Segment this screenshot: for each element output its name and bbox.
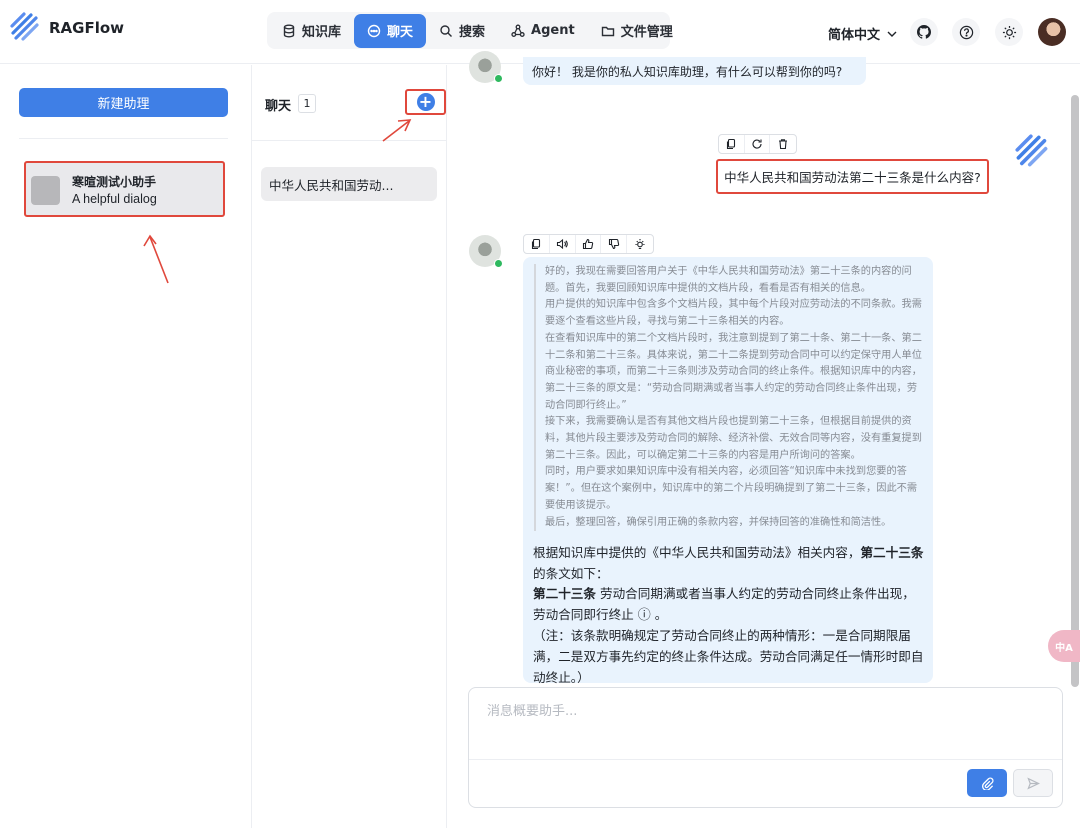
attach-button[interactable] (967, 769, 1007, 797)
lightbulb-icon (635, 239, 645, 250)
app-name: RAGFlow (49, 19, 125, 37)
answer-intro-tail: 的条文如下： (533, 565, 609, 581)
search-icon (440, 24, 453, 37)
regenerate-button[interactable] (745, 135, 771, 153)
conversation-count: 1 (298, 94, 316, 113)
speaker-icon (557, 238, 568, 250)
message-input[interactable] (487, 704, 1047, 719)
assistant-answer: 好的，我现在需要回答用户关于《中华人民共和国劳动法》第二十三条的内容的问题。首先… (523, 257, 933, 685)
thumbs-down-icon (608, 238, 619, 250)
user-message-avatar-icon (1015, 134, 1048, 167)
dislike-button[interactable] (601, 235, 628, 253)
ragflow-logo-icon[interactable] (10, 12, 40, 42)
delete-button[interactable] (770, 135, 796, 153)
plus-circle-icon: + (416, 93, 435, 111)
conversation-item[interactable]: 中华人民共和国劳动... (261, 167, 437, 201)
nav-label: 知识库 (302, 25, 342, 40)
assistant-description: A helpful dialog (72, 192, 157, 206)
nav-label: 搜索 (459, 25, 486, 40)
answer-article: 第二十三条 劳动合同期满或者当事人约定的劳动合同终止条件出现，劳动合同即行终止 … (533, 584, 925, 626)
nav-chat[interactable]: 聊天 (354, 13, 427, 48)
chevron-down-icon (887, 31, 897, 37)
reference-info-icon[interactable]: ⓘ (638, 608, 651, 623)
copy-button[interactable] (719, 135, 745, 153)
thinking-paragraph: 好的，我现在需要回答用户关于《中华人民共和国劳动法》第二十三条的内容的问题。首先… (545, 266, 912, 294)
language-label: 简体中文 (828, 28, 881, 43)
divider (469, 759, 1062, 760)
prompt-button[interactable] (627, 235, 653, 253)
help-button[interactable] (952, 18, 980, 46)
user-message-toolbar (718, 134, 797, 154)
answer-intro-text: 根据知识库中提供的《中华人民共和国劳动法》相关内容， (533, 545, 861, 560)
nav-label: 文件管理 (620, 25, 673, 40)
thinking-paragraph: 用户提供的知识库中包含多个文档片段，其中每个片段对应劳动法的不同条款。我需要逐个… (545, 299, 922, 328)
thumbs-up-icon (582, 238, 594, 250)
theme-toggle[interactable] (995, 18, 1023, 46)
assistant-card[interactable]: 寒暄测试小助手 A helpful dialog (24, 161, 225, 217)
conversation-panel: 聊天 1 中华人民共和国劳动... (252, 65, 447, 828)
new-assistant-button[interactable]: 新建助理 (19, 88, 228, 117)
article-label: 第二十三条 (533, 586, 596, 602)
folder-icon (601, 26, 614, 36)
online-status-dot (494, 74, 503, 83)
assistant-thumbnail (31, 176, 60, 205)
nav-file-management[interactable]: 文件管理 (588, 14, 686, 48)
message-input-box (468, 687, 1063, 808)
final-answer: 根据知识库中提供的《中华人民共和国劳动法》相关内容，第二十三条的条文如下： 第二… (533, 543, 925, 688)
chat-icon (367, 24, 381, 37)
thinking-paragraph: 最后，整理回答，确保引用正确的条款内容，并保持回答的准确性和简洁性。 (545, 516, 892, 528)
user-avatar[interactable] (1038, 18, 1066, 46)
nav-agent[interactable]: Agent (498, 14, 588, 48)
article-end: 。 (650, 606, 668, 622)
trash-icon (779, 139, 788, 150)
thinking-paragraph: 同时，用户要求如果知识库中没有相关内容，必须回答“知识库中未找到您要的答案！”。… (545, 466, 918, 511)
copy-icon (727, 138, 736, 150)
answer-toolbar (523, 234, 654, 254)
refresh-icon (752, 139, 762, 149)
nav-knowledge-base[interactable]: 知识库 (269, 14, 354, 48)
sun-icon (1002, 25, 1016, 39)
answer-note: （注：该条款明确规定了劳动合同终止的两种情形：一是合同期限届满，二是双方事先约定… (533, 628, 924, 685)
translate-floating-button[interactable]: 中A (1048, 630, 1080, 662)
help-icon (959, 25, 973, 39)
answer-intro: 根据知识库中提供的《中华人民共和国劳动法》相关内容，第二十三条的条文如下： (533, 543, 925, 584)
thinking-process: 好的，我现在需要回答用户关于《中华人民共和国劳动法》第二十三条的内容的问题。首先… (534, 264, 926, 532)
conversation-title: 聊天 (265, 99, 292, 114)
online-status-dot (494, 259, 503, 268)
like-button[interactable] (576, 235, 602, 253)
main-nav: 知识库 聊天 搜索 Agent 文件管理 (267, 12, 673, 49)
top-header: RAGFlow 知识库 聊天 搜索 Agent 文件管理 简体中文 (0, 0, 1080, 64)
divider (19, 138, 228, 139)
answer-intro-bold: 第二十三条 (860, 545, 924, 560)
database-icon (283, 24, 295, 38)
agent-icon (511, 24, 525, 37)
copy-button[interactable] (524, 235, 550, 253)
nav-search[interactable]: 搜索 (426, 14, 498, 48)
github-icon (917, 25, 931, 39)
assistant-panel: 新建助理 寒暄测试小助手 A helpful dialog (0, 65, 252, 828)
chat-scrollbar[interactable] (1071, 95, 1079, 687)
send-icon (1026, 776, 1040, 790)
greeting-message: 你好！ 我是你的私人知识库助理，有什么可以帮到你的吗? (523, 57, 866, 85)
nav-label: Agent (531, 23, 575, 38)
thinking-paragraph: 接下来，我需要确认是否有其他文档片段也提到第二十三条，但根据目前提供的资料，其他… (545, 416, 922, 461)
github-button[interactable] (910, 18, 938, 46)
paperclip-icon (981, 776, 994, 790)
nav-label: 聊天 (387, 25, 414, 40)
send-button[interactable] (1013, 769, 1053, 797)
add-conversation-button[interactable]: + (405, 89, 446, 115)
language-selector[interactable]: 简体中文 (828, 24, 898, 43)
user-question: 中华人民共和国劳动法第二十三条是什么内容? (716, 159, 989, 194)
assistant-name: 寒暄测试小助手 (72, 175, 157, 189)
thinking-paragraph: 在查看知识库中的第二个文档片段时，我注意到提到了第二十条、第二十一条、第二十二条… (545, 332, 922, 411)
copy-icon (532, 238, 541, 250)
divider (252, 140, 447, 141)
read-aloud-button[interactable] (550, 235, 576, 253)
